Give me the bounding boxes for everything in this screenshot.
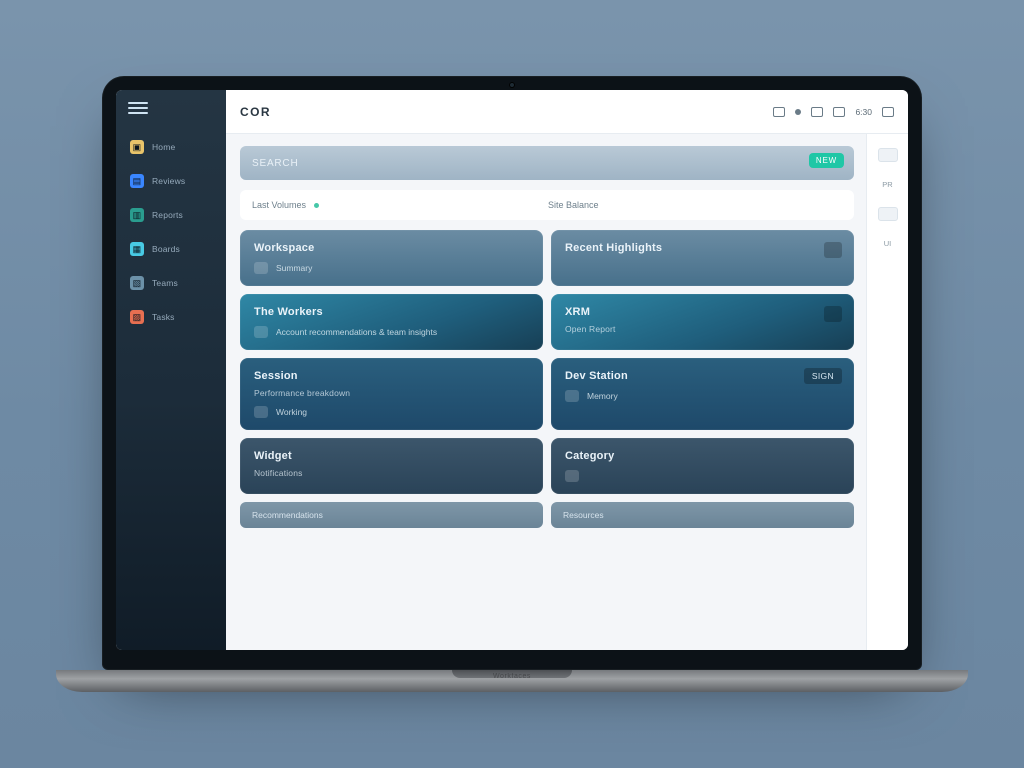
card-xrm[interactable]: XRM Open Report: [551, 294, 854, 350]
card-foot: Working: [276, 407, 307, 417]
card-devstation[interactable]: Dev Station SIGN Memory: [551, 358, 854, 430]
card-widget[interactable]: Widget Notifications: [240, 438, 543, 494]
card-sub: Open Report: [565, 324, 840, 334]
rail-label-1: PR: [882, 180, 892, 189]
status-icons: 6:30: [773, 107, 894, 117]
open-icon[interactable]: [824, 306, 842, 322]
camera-dot: [509, 82, 515, 88]
cup-icon: [565, 470, 579, 482]
menu-toggle-icon[interactable]: [128, 102, 148, 114]
search-label: SEARCH: [252, 158, 298, 169]
card-sub: Account recommendations & team insights: [276, 327, 437, 337]
section-header: Last Volumes Site Balance: [240, 190, 854, 220]
task-icon: ▨: [130, 310, 144, 324]
laptop-brand: Workfaces: [56, 673, 968, 680]
settings-icon[interactable]: [833, 107, 845, 117]
folder-icon: ▣: [130, 140, 144, 154]
card-title: XRM: [565, 306, 840, 318]
right-rail: PR UI: [866, 134, 908, 650]
app-window: ▣ Home ▤ Reviews ▥ Reports ▦ Boards ▧: [116, 90, 908, 650]
cards-grid: Workspace Summary Recent Highlights: [240, 230, 854, 642]
content: SEARCH NEW Last Volumes Site Balance: [226, 134, 866, 650]
notification-icon[interactable]: [795, 109, 801, 115]
card-sub: Performance breakdown: [254, 388, 529, 398]
card-sub: Summary: [276, 263, 312, 273]
expand-icon[interactable]: [824, 242, 842, 258]
status-dot-icon: [314, 203, 319, 208]
card-workspace[interactable]: Workspace Summary: [240, 230, 543, 286]
rail-button-2[interactable]: [878, 207, 898, 221]
footer-right[interactable]: Resources: [551, 502, 854, 528]
activity-icon: [254, 406, 268, 418]
sidebar: ▣ Home ▤ Reviews ▥ Reports ▦ Boards ▧: [116, 90, 226, 650]
sidebar-item-label: Reports: [152, 210, 183, 220]
card-title: Category: [565, 450, 840, 462]
rail-label-2: UI: [884, 239, 892, 248]
card-sub: Notifications: [254, 468, 529, 478]
card-title: Widget: [254, 450, 529, 462]
card-title: Workspace: [254, 242, 529, 254]
topbar: COR 6:30: [226, 90, 908, 134]
footer-label: Resources: [563, 510, 604, 520]
sidebar-item-tasks[interactable]: ▨ Tasks: [116, 302, 226, 332]
sidebar-item-label: Home: [152, 142, 175, 152]
body: SEARCH NEW Last Volumes Site Balance: [226, 134, 908, 650]
header-left: Last Volumes: [252, 200, 306, 210]
grid-icon[interactable]: [811, 107, 823, 117]
main-area: COR 6:30 SEARCH NE: [226, 90, 908, 650]
header-right: Site Balance: [548, 200, 599, 210]
new-badge: NEW: [809, 153, 844, 168]
people-icon: ▧: [130, 276, 144, 290]
card-category[interactable]: Category: [551, 438, 854, 494]
app-brand: COR: [240, 105, 271, 119]
sidebar-item-reports[interactable]: ▥ Reports: [116, 200, 226, 230]
card-foot: Memory: [587, 391, 618, 401]
memory-icon: [565, 390, 579, 402]
sidebar-item-boards[interactable]: ▦ Boards: [116, 234, 226, 264]
card-highlights[interactable]: Recent Highlights: [551, 230, 854, 286]
card-title: Session: [254, 370, 529, 382]
card-title: Dev Station: [565, 370, 840, 382]
card-title: The Workers: [254, 306, 529, 318]
window-icon[interactable]: [773, 107, 785, 117]
card-icon: [254, 326, 268, 338]
laptop-mock: ▣ Home ▤ Reviews ▥ Reports ▦ Boards ▧: [102, 76, 922, 692]
sidebar-item-teams[interactable]: ▧ Teams: [116, 268, 226, 298]
battery-icon: [882, 107, 894, 117]
sidebar-item-label: Teams: [152, 278, 178, 288]
clock-text: 6:30: [855, 107, 872, 117]
chart-icon: ▥: [130, 208, 144, 222]
document-icon: ▤: [130, 174, 144, 188]
footer-label: Recommendations: [252, 510, 323, 520]
card-title: Recent Highlights: [565, 242, 840, 254]
rail-button-1[interactable]: [878, 148, 898, 162]
laptop-base: Workfaces: [56, 670, 968, 692]
board-icon: ▦: [130, 242, 144, 256]
card-session[interactable]: Session Performance breakdown Working: [240, 358, 543, 430]
card-workers[interactable]: The Workers Account recommendations & te…: [240, 294, 543, 350]
search-bar[interactable]: SEARCH NEW: [240, 146, 854, 180]
sign-tag[interactable]: SIGN: [804, 368, 842, 384]
card-icon: [254, 262, 268, 274]
sidebar-item-reviews[interactable]: ▤ Reviews: [116, 166, 226, 196]
sidebar-item-label: Tasks: [152, 312, 175, 322]
sidebar-item-home[interactable]: ▣ Home: [116, 132, 226, 162]
sidebar-item-label: Reviews: [152, 176, 185, 186]
footer-left[interactable]: Recommendations: [240, 502, 543, 528]
screen-bezel: ▣ Home ▤ Reviews ▥ Reports ▦ Boards ▧: [102, 76, 922, 670]
sidebar-item-label: Boards: [152, 244, 180, 254]
